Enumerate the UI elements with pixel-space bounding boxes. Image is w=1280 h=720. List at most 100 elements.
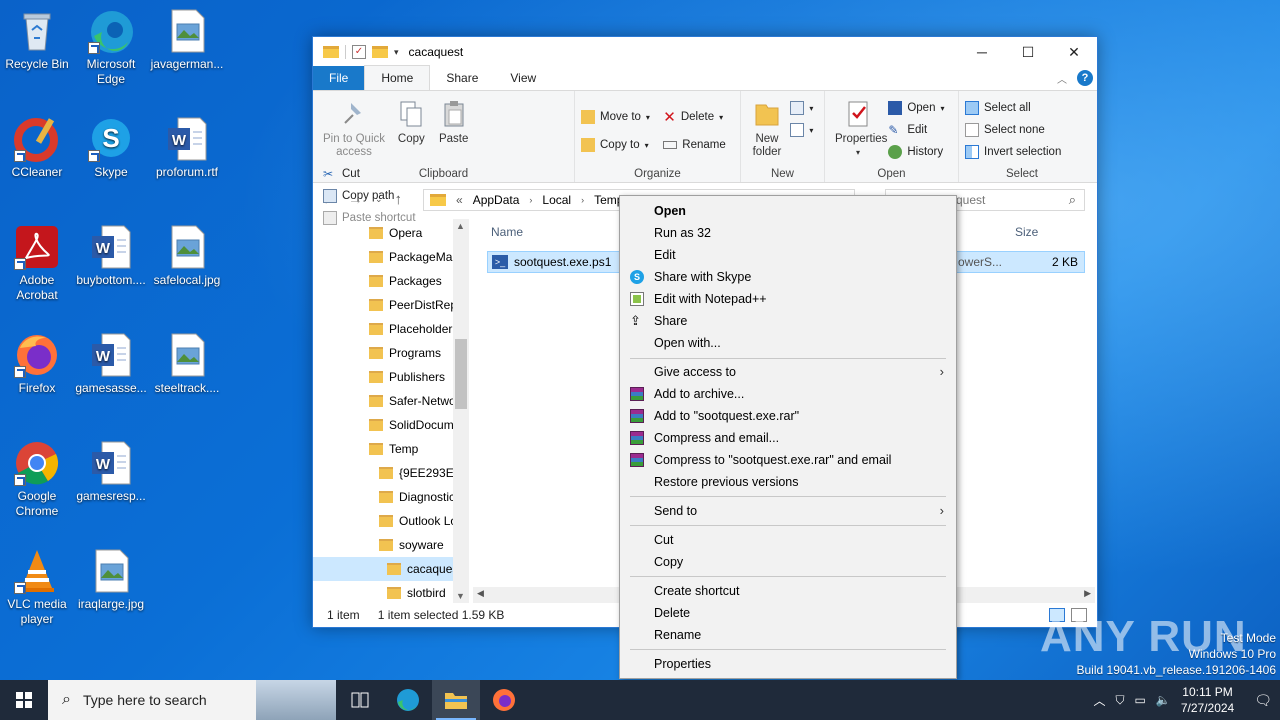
- menu-item-rename[interactable]: Rename: [620, 624, 956, 646]
- desktop-icon-ccleaner[interactable]: CCleaner: [0, 116, 74, 180]
- pin-quick-access-button[interactable]: Pin to Quick access: [319, 95, 389, 161]
- scroll-right-icon[interactable]: ▶: [1084, 588, 1091, 599]
- menu-item-give-access[interactable]: Give access to ›: [620, 361, 956, 383]
- breadcrumb-appdata[interactable]: AppData: [473, 193, 520, 207]
- desktop-icon-buybottom[interactable]: W buybottom....: [74, 224, 148, 288]
- taskbar-edge[interactable]: [384, 680, 432, 720]
- menu-item-edit[interactable]: Edit: [620, 244, 956, 266]
- history-button[interactable]: History: [888, 141, 944, 163]
- security-icon[interactable]: ⛉: [1116, 693, 1125, 708]
- menu-item-cut[interactable]: Cut: [620, 529, 956, 551]
- nav-item-slotbird[interactable]: slotbird: [387, 581, 446, 603]
- menu-item-copy[interactable]: Copy: [620, 551, 956, 573]
- nav-item-folder[interactable]: Opera: [369, 221, 422, 245]
- copy-path-button[interactable]: Copy path: [323, 185, 416, 207]
- menu-item-run-as-32[interactable]: Run as 32: [620, 222, 956, 244]
- copy-to-button[interactable]: Copy to ▾: [581, 131, 650, 159]
- paste-button[interactable]: Paste: [434, 95, 474, 148]
- new-item-button[interactable]: ▾: [790, 97, 813, 119]
- desktop-icon-skype[interactable]: S Skype: [74, 116, 148, 180]
- clock[interactable]: 10:11 PM 7/27/2024: [1181, 684, 1234, 716]
- invert-selection-button[interactable]: Invert selection: [965, 141, 1079, 163]
- select-none-button[interactable]: Select none: [965, 119, 1079, 141]
- menu-item-create-shortcut[interactable]: Create shortcut: [620, 580, 956, 602]
- properties-check-icon[interactable]: ✓: [352, 45, 366, 59]
- easy-access-button[interactable]: ▾: [790, 119, 813, 141]
- nav-item-temp[interactable]: Temp: [369, 437, 418, 461]
- help-icon[interactable]: ?: [1077, 70, 1093, 86]
- desktop-icon-edge[interactable]: Microsoft Edge: [74, 8, 148, 87]
- menu-item-share-skype[interactable]: S Share with Skype: [620, 266, 956, 288]
- desktop-icon-gamesasse[interactable]: W gamesasse...: [74, 332, 148, 396]
- nav-item-folder[interactable]: Safer-Netwo: [369, 389, 456, 413]
- desktop-icon-proforum[interactable]: W proforum.rtf: [150, 116, 224, 180]
- taskbar-search[interactable]: ⌕ Type here to search: [48, 680, 336, 720]
- tab-file[interactable]: File: [313, 66, 365, 90]
- breadcrumb-overflow[interactable]: «: [456, 193, 463, 207]
- nav-item-folder[interactable]: Packages: [369, 269, 442, 293]
- move-to-button[interactable]: Move to ▾: [581, 103, 650, 131]
- desktop-icon-acrobat[interactable]: Adobe Acrobat: [0, 224, 74, 303]
- chevron-right-icon[interactable]: ›: [529, 195, 532, 205]
- menu-item-compress-rar-email[interactable]: Compress to "sootquest.exe.rar" and emai…: [620, 449, 956, 471]
- nav-item-folder[interactable]: PeerDistRep: [369, 293, 457, 317]
- open-button[interactable]: Open ▾: [888, 97, 945, 119]
- desktop-icon-safelocal[interactable]: safelocal.jpg: [150, 224, 224, 288]
- nav-item-folder[interactable]: Outlook Lo: [379, 509, 457, 533]
- menu-item-add-archive[interactable]: Add to archive...: [620, 383, 956, 405]
- column-header-size[interactable]: Size: [1015, 225, 1038, 239]
- breadcrumb-local[interactable]: Local: [542, 193, 571, 207]
- desktop-icon-chrome[interactable]: Google Chrome: [0, 440, 74, 519]
- menu-item-delete[interactable]: Delete: [620, 602, 956, 624]
- menu-item-restore-versions[interactable]: Restore previous versions: [620, 471, 956, 493]
- desktop-icon-gamesresp[interactable]: W gamesresp...: [74, 440, 148, 504]
- nav-item-folder[interactable]: Publishers: [369, 365, 445, 389]
- network-icon[interactable]: ▭: [1135, 693, 1146, 707]
- rename-button[interactable]: Rename: [663, 131, 726, 159]
- nav-item-soyware[interactable]: soyware: [379, 533, 444, 557]
- chevron-up-icon[interactable]: ︿: [1094, 692, 1106, 709]
- maximize-button[interactable]: ☐: [1005, 37, 1051, 67]
- chevron-right-icon[interactable]: ›: [581, 195, 584, 205]
- nav-item-folder[interactable]: Programs: [369, 341, 441, 365]
- scrollbar-thumb[interactable]: [455, 339, 467, 409]
- start-button[interactable]: [0, 680, 48, 720]
- menu-item-share[interactable]: ⇪ Share: [620, 310, 956, 332]
- nav-item-folder[interactable]: SolidDocum: [369, 413, 454, 437]
- collapse-ribbon-icon[interactable]: ︿: [1057, 71, 1067, 86]
- volume-icon[interactable]: 🔈: [1156, 693, 1171, 707]
- copy-button[interactable]: Copy: [392, 95, 430, 148]
- menu-item-open[interactable]: Open: [620, 200, 956, 222]
- column-header-name[interactable]: Name: [491, 225, 523, 239]
- menu-item-open-with[interactable]: Open with...: [620, 332, 956, 354]
- notification-icon[interactable]: 🗨: [1254, 692, 1272, 709]
- scroll-up-icon[interactable]: ▲: [456, 221, 465, 231]
- navigation-pane[interactable]: Opera PackageMa Packages PeerDistRep Pla…: [313, 219, 469, 603]
- edit-button[interactable]: ✎ Edit: [888, 119, 944, 141]
- menu-item-properties[interactable]: Properties: [620, 653, 956, 675]
- nav-item-folder[interactable]: PackageMa: [369, 245, 452, 269]
- search-icon[interactable]: ⌕: [1069, 192, 1076, 208]
- new-folder-quick-icon[interactable]: [372, 46, 388, 58]
- menu-item-compress-email[interactable]: Compress and email...: [620, 427, 956, 449]
- tab-share[interactable]: Share: [430, 66, 494, 90]
- nav-item-cacaquest[interactable]: cacaques: [313, 557, 469, 581]
- desktop-icon-recycle-bin[interactable]: Recycle Bin: [0, 8, 74, 72]
- desktop-icon-javagerman[interactable]: javagerman...: [150, 8, 224, 72]
- nav-item-folder[interactable]: {9EE293E3-: [379, 461, 464, 485]
- desktop-icon-iraqlarge[interactable]: iraqlarge.jpg: [74, 548, 148, 612]
- select-all-button[interactable]: Select all: [965, 97, 1079, 119]
- delete-button[interactable]: ✕ Delete ▾: [663, 103, 725, 131]
- scroll-left-icon[interactable]: ◀: [477, 588, 484, 599]
- tab-home[interactable]: Home: [364, 65, 431, 90]
- menu-item-send-to[interactable]: Send to ›: [620, 500, 956, 522]
- task-view-button[interactable]: [336, 680, 384, 720]
- desktop-icon-firefox[interactable]: Firefox: [0, 332, 74, 396]
- close-button[interactable]: ✕: [1051, 37, 1097, 67]
- taskbar-firefox[interactable]: [480, 680, 528, 720]
- customize-quick-access-icon[interactable]: ▾: [394, 47, 399, 58]
- menu-item-add-rar[interactable]: Add to "sootquest.exe.rar": [620, 405, 956, 427]
- nav-scrollbar[interactable]: ▲ ▼: [453, 219, 469, 603]
- tab-view[interactable]: View: [494, 66, 552, 90]
- menu-item-edit-notepadpp[interactable]: Edit with Notepad++: [620, 288, 956, 310]
